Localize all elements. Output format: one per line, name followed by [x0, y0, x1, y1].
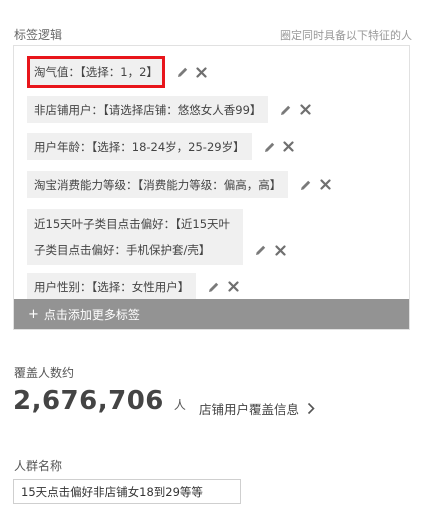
coverage-count: 2,676,706 — [13, 386, 164, 416]
tag-label[interactable]: 近15天叶子类目点击偏好：【近15天叶子类目点击偏好：手机保护套/壳】 — [27, 209, 243, 265]
add-more-tags-button[interactable]: + 点击添加更多标签 — [14, 299, 409, 329]
tag-list[interactable]: 淘气值：【选择：1，2】 非店铺用户：【请选择店铺：悠悠女人香99】 用户年龄：… — [14, 46, 409, 301]
pencil-icon[interactable] — [279, 103, 293, 117]
tag-label[interactable]: 非店铺用户：【请选择店铺：悠悠女人香99】 — [27, 96, 269, 123]
tag-item: 近15天叶子类目点击偏好：【近15天叶子类目点击偏好：手机保护套/壳】 — [27, 209, 287, 265]
close-icon[interactable] — [282, 140, 296, 154]
pencil-icon[interactable] — [254, 243, 268, 257]
tag-actions — [249, 243, 287, 257]
tag-label[interactable]: 用户年龄：【选择：18-24岁，25-29岁】 — [27, 133, 252, 160]
store-coverage-link[interactable]: 店铺用户覆盖信息 — [199, 399, 315, 418]
coverage-label: 覆盖人数约 — [14, 366, 75, 380]
tag-item: 淘气值：【选择：1，2】 — [27, 56, 209, 88]
tag-item: 淘宝消费能力等级：【消费能力等级：偏高，高】 — [27, 171, 332, 198]
add-more-tags-label: 点击添加更多标签 — [43, 307, 140, 322]
pencil-icon[interactable] — [176, 65, 190, 79]
close-icon[interactable] — [226, 280, 240, 294]
tag-label[interactable]: 用户性别：【选择：女性用户】 — [27, 273, 197, 300]
coverage-row: 2,676,706 人 — [13, 386, 186, 416]
tag-actions — [171, 65, 209, 79]
tag-panel: 淘气值：【选择：1，2】 非店铺用户：【请选择店铺：悠悠女人香99】 用户年龄：… — [13, 45, 410, 330]
tag-label[interactable]: 淘宝消费能力等级：【消费能力等级：偏高，高】 — [27, 171, 289, 198]
pencil-icon[interactable] — [299, 178, 313, 192]
tag-item: 用户年龄：【选择：18-24岁，25-29岁】 — [27, 133, 296, 160]
audience-name-label: 人群名称 — [14, 459, 63, 473]
tag-item: 用户性别：【选择：女性用户】 — [27, 273, 240, 300]
tag-label[interactable]: 淘气值：【选择：1，2】 — [27, 56, 165, 88]
audience-name-input[interactable] — [13, 479, 241, 504]
pencil-icon[interactable] — [263, 140, 277, 154]
tag-actions — [202, 280, 240, 294]
section-title: 标签逻辑 — [14, 28, 63, 42]
tag-item: 非店铺用户：【请选择店铺：悠悠女人香99】 — [27, 96, 312, 123]
coverage-unit: 人 — [173, 398, 186, 412]
close-icon[interactable] — [195, 65, 209, 79]
tag-actions — [258, 140, 296, 154]
tag-actions — [294, 178, 332, 192]
plus-icon: + — [28, 306, 39, 322]
close-icon[interactable] — [298, 103, 312, 117]
tag-actions — [274, 103, 312, 117]
store-coverage-link-label: 店铺用户覆盖信息 — [199, 402, 300, 417]
close-icon[interactable] — [318, 178, 332, 192]
pencil-icon[interactable] — [207, 280, 221, 294]
chevron-right-icon — [307, 402, 315, 415]
close-icon[interactable] — [273, 243, 287, 257]
section-note: 圈定同时具备以下特征的人 — [280, 28, 412, 42]
tag-logic-header: 标签逻辑 圈定同时具备以下特征的人 — [14, 26, 412, 43]
